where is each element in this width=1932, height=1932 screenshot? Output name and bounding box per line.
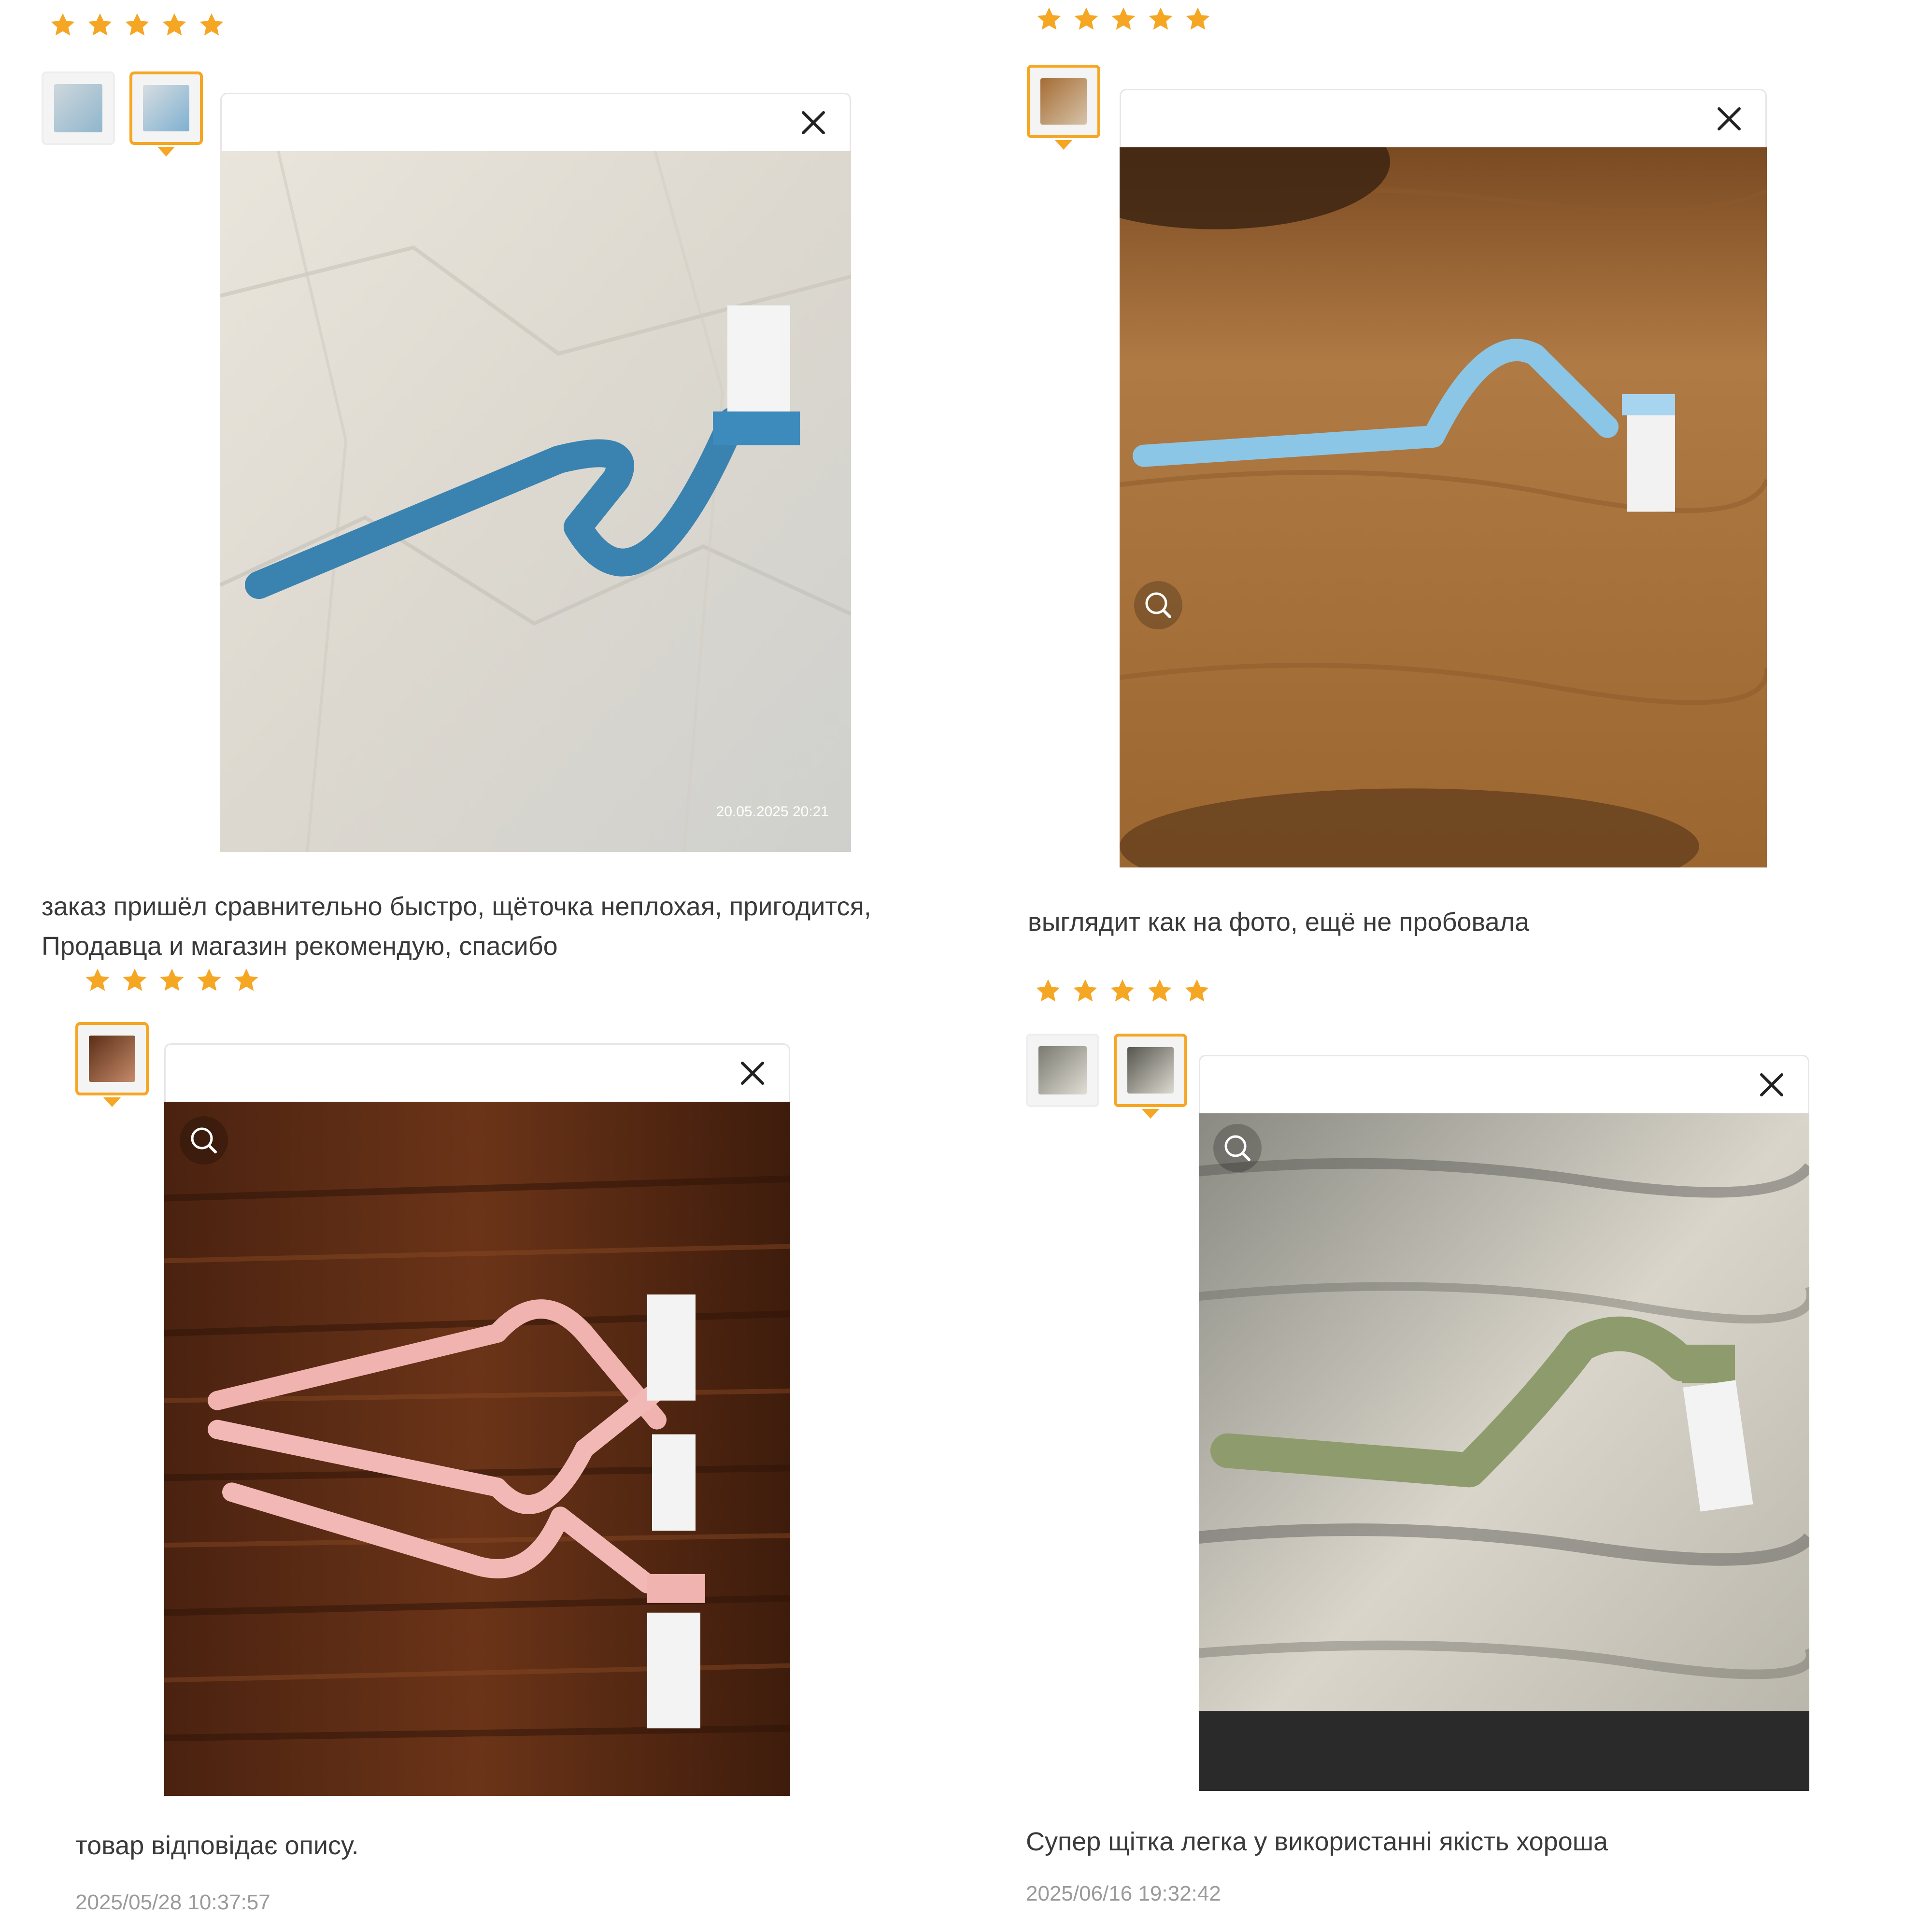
review-date: 2025/05/28 10:37:57 [75, 1890, 270, 1914]
photo-thumbnail-2-selected[interactable] [129, 71, 203, 156]
star-icon [123, 11, 152, 40]
photo-viewer [1199, 1055, 1809, 1791]
close-icon[interactable] [1755, 1068, 1789, 1102]
photo-thumbnails [1026, 1034, 1187, 1119]
star-icon [120, 966, 149, 995]
star-icon [1183, 5, 1212, 34]
photo-thumbnail-2-selected[interactable] [1114, 1034, 1187, 1119]
review-text: заказ пришёл сравнительно быстро, щёточк… [42, 892, 871, 961]
photo-thumbnails [1027, 65, 1100, 150]
star-rating [1035, 5, 1212, 34]
star-icon [232, 966, 261, 995]
star-icon [83, 966, 112, 995]
star-icon [160, 11, 189, 40]
review-photo[interactable] [164, 1102, 790, 1796]
star-icon [197, 11, 226, 40]
close-icon[interactable] [736, 1056, 769, 1090]
star-icon [48, 11, 77, 40]
photo-watermark: 20.05.2025 20:21 [716, 804, 829, 820]
zoom-icon[interactable] [180, 1116, 228, 1165]
review-card-2: выглядит как на фото, ещё не пробовала [966, 0, 1932, 966]
review-text: выглядит как на фото, ещё не пробовала [1028, 908, 1530, 937]
photo-viewer [164, 1043, 790, 1796]
star-icon [1072, 5, 1101, 34]
star-icon [1034, 977, 1063, 1006]
review-photo[interactable] [1120, 147, 1767, 867]
photo-viewer [1120, 89, 1767, 867]
close-icon[interactable] [796, 106, 830, 140]
photo-thumbnails [42, 71, 203, 156]
photo-thumbnail-1[interactable] [42, 71, 115, 145]
photo-viewer: 20.05.2025 20:21 [220, 93, 851, 852]
star-icon [1145, 977, 1174, 1006]
star-rating [1034, 977, 1211, 1006]
star-icon [1071, 977, 1100, 1006]
star-icon [1035, 5, 1064, 34]
star-icon [157, 966, 186, 995]
star-icon [85, 11, 114, 40]
star-icon [195, 966, 224, 995]
star-rating [83, 966, 261, 995]
review-card-3: товар відповідає опису. 2025/05/28 10:37… [0, 966, 966, 1932]
star-icon [1182, 977, 1211, 1006]
review-date: 2025/06/16 19:32:42 [1026, 1882, 1221, 1905]
star-icon [1108, 977, 1137, 1006]
photo-thumbnail-1-selected[interactable] [75, 1022, 149, 1107]
review-card-1: 20.05.2025 20:21 заказ пришёл сравнитель… [0, 0, 966, 966]
zoom-icon[interactable] [1213, 1124, 1262, 1172]
review-text: товар відповідає опису. [75, 1831, 359, 1860]
review-photo[interactable] [1199, 1113, 1809, 1791]
photo-thumbnail-1-selected[interactable] [1027, 65, 1100, 150]
viewer-header [166, 1045, 789, 1102]
viewer-header [222, 94, 850, 151]
viewer-header [1200, 1056, 1808, 1113]
review-text: Супер щітка легка у використанні якість … [1026, 1827, 1608, 1856]
zoom-icon[interactable] [1134, 581, 1182, 629]
star-icon [1146, 5, 1175, 34]
viewer-header [1121, 90, 1765, 147]
star-icon [1109, 5, 1138, 34]
review-photo[interactable]: 20.05.2025 20:21 [220, 151, 851, 852]
review-card-4: Супер щітка легка у використанні якість … [966, 966, 1932, 1932]
close-icon[interactable] [1712, 102, 1746, 136]
star-rating [48, 11, 226, 40]
photo-thumbnails [75, 1022, 149, 1107]
photo-thumbnail-1[interactable] [1026, 1034, 1099, 1107]
